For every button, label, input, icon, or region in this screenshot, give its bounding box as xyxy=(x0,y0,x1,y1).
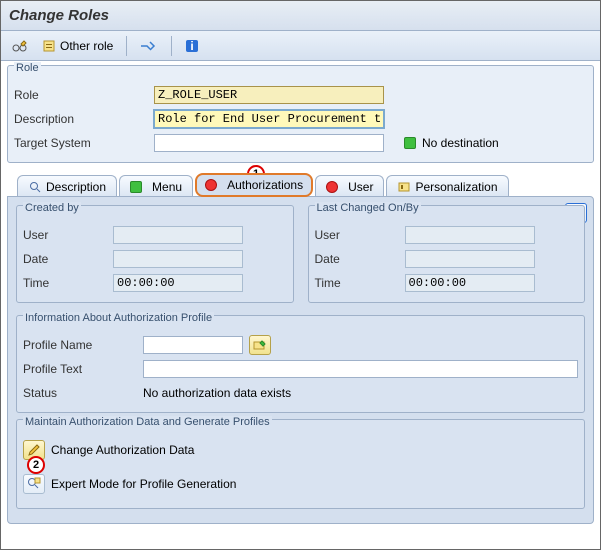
changed-by-groupbox: Last Changed On/By User Date Time xyxy=(308,205,586,303)
changed-time-label: Time xyxy=(315,276,405,290)
magnifier-icon xyxy=(28,180,42,194)
changed-date-field xyxy=(405,250,535,268)
role-icon xyxy=(42,39,56,53)
role-label: Role xyxy=(14,88,154,102)
info-icon: i xyxy=(185,39,199,53)
description-label: Description xyxy=(14,112,154,126)
info-button[interactable]: i xyxy=(180,35,204,57)
tab-personalization[interactable]: Personalization xyxy=(386,175,508,197)
profile-name-label: Profile Name xyxy=(23,338,143,352)
personalization-icon xyxy=(397,180,411,194)
tab-user[interactable]: User xyxy=(315,175,384,197)
tab-user-label: User xyxy=(348,180,373,194)
expert-icon xyxy=(27,477,41,491)
tab-personalization-label: Personalization xyxy=(415,180,497,194)
description-input[interactable] xyxy=(154,110,384,128)
tab-authorizations[interactable]: Authorizations xyxy=(195,173,313,197)
created-legend: Created by xyxy=(23,202,81,214)
tab-authorizations-label: Authorizations xyxy=(227,178,303,192)
application-frame: Change Roles Other role i Role Role Desc… xyxy=(0,0,601,550)
changed-time-field xyxy=(405,274,535,292)
tab-description[interactable]: Description xyxy=(17,175,117,197)
target-system-input[interactable] xyxy=(154,134,384,152)
tab-body: i Created by User Date Time Last Changed… xyxy=(7,196,594,524)
title-bar: Change Roles xyxy=(1,1,600,31)
profile-status-value: No authorization data exists xyxy=(143,386,291,400)
toolbar-separator xyxy=(171,36,172,56)
other-role-label: Other role xyxy=(60,39,113,53)
folder-search-icon xyxy=(253,339,267,351)
expert-mode-button[interactable] xyxy=(23,474,45,494)
window-title: Change Roles xyxy=(9,7,109,24)
profile-name-input[interactable] xyxy=(143,336,243,354)
role-input[interactable] xyxy=(154,86,384,104)
tab-menu-label: Menu xyxy=(152,180,182,194)
destination-led-icon xyxy=(404,137,416,149)
changed-legend: Last Changed On/By xyxy=(315,202,421,214)
created-user-label: User xyxy=(23,228,113,242)
created-time-label: Time xyxy=(23,276,113,290)
auth-led-icon xyxy=(205,179,217,191)
maintain-groupbox: Maintain Authorization Data and Generate… xyxy=(16,419,585,509)
transport-button[interactable] xyxy=(135,35,163,57)
content-area: Role Role Description Target System No d… xyxy=(1,61,600,528)
profile-legend: Information About Authorization Profile xyxy=(23,312,214,324)
tab-description-label: Description xyxy=(46,180,106,194)
created-by-groupbox: Created by User Date Time xyxy=(16,205,294,303)
target-system-label: Target System xyxy=(14,136,154,150)
profile-text-input[interactable] xyxy=(143,360,578,378)
truck-icon xyxy=(140,40,158,52)
glasses-pencil-icon xyxy=(12,39,28,53)
change-auth-data-label: Change Authorization Data xyxy=(51,443,194,457)
role-legend: Role xyxy=(14,62,41,74)
created-date-label: Date xyxy=(23,252,113,266)
profile-status-label: Status xyxy=(23,386,143,400)
changed-date-label: Date xyxy=(315,252,405,266)
created-user-field xyxy=(113,226,243,244)
tab-strip: Description Menu Authorizations User Per… xyxy=(7,169,594,197)
tab-menu[interactable]: Menu xyxy=(119,175,193,197)
user-led-icon xyxy=(326,181,338,193)
other-role-button[interactable]: Other role xyxy=(37,35,118,57)
created-time-field xyxy=(113,274,243,292)
toolbar-separator xyxy=(126,36,127,56)
svg-text:i: i xyxy=(191,39,194,53)
created-date-field xyxy=(113,250,243,268)
toolbar: Other role i xyxy=(1,31,600,61)
profile-info-groupbox: Information About Authorization Profile … xyxy=(16,315,585,413)
expert-mode-label: Expert Mode for Profile Generation xyxy=(51,477,236,491)
changed-user-label: User xyxy=(315,228,405,242)
changed-user-field xyxy=(405,226,535,244)
profile-text-label: Profile Text xyxy=(23,362,143,376)
toggle-display-button[interactable] xyxy=(7,35,33,57)
no-destination-label: No destination xyxy=(422,136,499,150)
pencil-icon xyxy=(27,443,41,457)
role-groupbox: Role Role Description Target System No d… xyxy=(7,65,594,163)
profile-name-search-button[interactable] xyxy=(249,335,271,355)
menu-led-icon xyxy=(130,181,142,193)
maintain-legend: Maintain Authorization Data and Generate… xyxy=(23,416,272,428)
